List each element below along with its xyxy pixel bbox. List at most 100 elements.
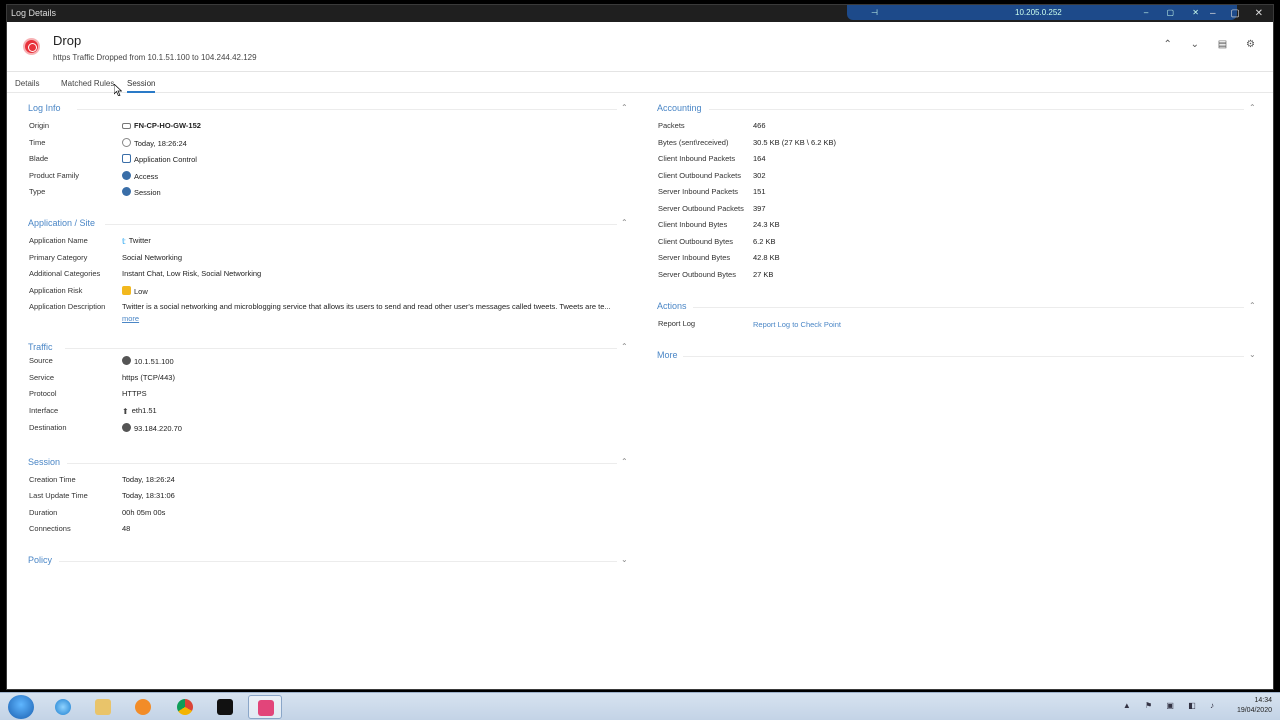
window-title: Log Details (11, 8, 57, 18)
tab-matched-rules[interactable]: Matched Rules (61, 79, 114, 88)
section-divider (105, 224, 617, 225)
field-value-client-inbound-bytes: 24.3 KB (753, 220, 780, 229)
section-more-title[interactable]: More (657, 350, 678, 360)
field-value-interface: ⬆ eth1.51 (122, 406, 157, 416)
system-tray[interactable]: ▲ ⚑ ▣ ◧ ♪ (1123, 701, 1220, 710)
section-divider (59, 561, 617, 562)
field-value-server-outbound-bytes: 27 KB (753, 270, 774, 279)
section-divider (67, 463, 617, 464)
field-value-server-inbound-packets: 151 (753, 187, 766, 196)
section-traffic-title[interactable]: Traffic (28, 342, 53, 352)
field-label: Report Log (658, 319, 696, 328)
section-accounting-title[interactable]: Accounting (657, 103, 702, 113)
field-label: Application Description (29, 302, 106, 311)
mouse-cursor-icon (114, 84, 122, 96)
field-value-protocol: HTTPS (122, 389, 147, 398)
tab-details[interactable]: Details (15, 79, 39, 88)
section-divider (693, 307, 1244, 308)
field-label: Server Inbound Packets (658, 187, 739, 196)
arrow-up-icon: ⬆ (122, 407, 129, 416)
chevron-up-icon[interactable]: ⌃ (621, 457, 628, 466)
remote-window-controls[interactable]: – ▢ ✕ (1144, 5, 1207, 20)
field-value-app-description: Twitter is a social networking and micro… (122, 302, 611, 311)
field-value-primary-category: Social Networking (122, 253, 183, 262)
taskbar-ie[interactable] (46, 695, 80, 719)
field-label: Additional Categories (29, 269, 101, 278)
pin-icon[interactable]: ⊣ (871, 5, 878, 20)
tab-session[interactable]: Session (127, 79, 156, 93)
field-label: Client Inbound Packets (658, 154, 736, 163)
remote-session-bar[interactable]: ⊣ 10.205.0.252 – ▢ ✕ (847, 5, 1237, 20)
taskbar-explorer[interactable] (86, 695, 120, 719)
chevron-up-icon[interactable]: ⌃ (621, 342, 628, 351)
field-label: Connections (29, 524, 71, 533)
chevron-up-icon[interactable]: ⌃ (621, 218, 628, 227)
field-label: Primary Category (29, 253, 88, 262)
clock[interactable]: 14:34 19/04/2020 (1237, 696, 1272, 716)
field-value-client-outbound-packets: 302 (753, 171, 766, 180)
report-log-link[interactable]: Report Log to Check Point (753, 320, 841, 329)
field-value-service: https (TCP/443) (122, 373, 175, 382)
chevron-down-icon[interactable]: ⌄ (1249, 350, 1256, 359)
section-divider (65, 348, 617, 349)
field-value-app-risk: Low (122, 286, 148, 296)
field-label: Server Inbound Bytes (658, 253, 731, 262)
field-label: Type (29, 187, 46, 196)
smartconsole-icon (258, 700, 274, 716)
field-label: Packets (658, 121, 685, 130)
remote-ip: 10.205.0.252 (1015, 8, 1062, 17)
section-session-title[interactable]: Session (28, 457, 60, 467)
terminal-icon (217, 699, 233, 715)
field-value-last-update: Today, 18:31:06 (122, 491, 175, 500)
field-label: Protocol (29, 389, 57, 398)
section-actions-title[interactable]: Actions (657, 301, 687, 311)
drop-icon (23, 38, 40, 55)
chevron-up-icon[interactable]: ⌃ (1249, 301, 1256, 310)
chevron-up-icon[interactable]: ⌃ (1249, 103, 1256, 112)
more-link[interactable]: more (122, 314, 139, 323)
field-label: Server Outbound Packets (658, 204, 744, 213)
section-log-info-title[interactable]: Log Info (28, 103, 61, 113)
access-icon (122, 171, 131, 180)
field-label: Duration (29, 508, 58, 517)
twitter-icon: 𝕥 (122, 237, 126, 246)
clock-time: 14:34 (1254, 697, 1272, 704)
field-label: Origin (29, 121, 50, 130)
header-nav-buttons[interactable]: ⌃ ⌄ ▤ ⚙ (1163, 39, 1263, 50)
taskbar-chrome[interactable] (168, 695, 202, 719)
field-value-app-name: 𝕥 Twitter (122, 236, 151, 246)
field-value-client-inbound-packets: 164 (753, 154, 766, 163)
session-icon (122, 187, 131, 196)
log-summary: https Traffic Dropped from 10.1.51.100 t… (53, 53, 257, 62)
field-value-origin: FN-CP-HO-GW-152 (122, 121, 201, 130)
field-value-destination: 93.184.220.70 (122, 423, 182, 433)
field-value-connections: 48 (122, 524, 131, 533)
field-value-server-outbound-packets: 397 (753, 204, 766, 213)
title-bar: Log Details ⊣ 10.205.0.252 – ▢ ✕ – ▢ ✕ (7, 5, 1273, 22)
taskbar-cmd[interactable] (208, 695, 242, 719)
field-value-additional-categories: Instant Chat, Low Risk, Social Networkin… (122, 269, 262, 278)
field-label: Last Update Time (29, 491, 88, 500)
chevron-up-icon[interactable]: ⌃ (621, 103, 628, 112)
field-value-client-outbound-bytes: 6.2 KB (753, 237, 776, 246)
app-control-icon (122, 154, 131, 163)
taskbar-media[interactable] (126, 695, 160, 719)
section-application-title[interactable]: Application / Site (28, 218, 95, 228)
field-label: Destination (29, 423, 67, 432)
field-label: Interface (29, 406, 59, 415)
section-divider (709, 109, 1244, 110)
clock-icon (122, 138, 131, 147)
field-label: Client Outbound Packets (658, 171, 741, 180)
log-details-window: Log Details ⊣ 10.205.0.252 – ▢ ✕ – ▢ ✕ D… (6, 4, 1274, 690)
field-label: Source (29, 356, 53, 365)
clock-date: 19/04/2020 (1236, 707, 1272, 714)
chevron-down-icon[interactable]: ⌄ (621, 555, 628, 564)
taskbar-smartconsole[interactable] (248, 695, 282, 719)
field-value-creation-time: Today, 18:26:24 (122, 475, 175, 484)
window-controls[interactable]: – ▢ ✕ (1210, 5, 1269, 22)
field-label: Time (29, 138, 46, 147)
section-policy-title[interactable]: Policy (28, 555, 52, 565)
start-button[interactable] (8, 695, 34, 719)
field-label: Client Inbound Bytes (658, 220, 728, 229)
host-icon (122, 356, 131, 365)
